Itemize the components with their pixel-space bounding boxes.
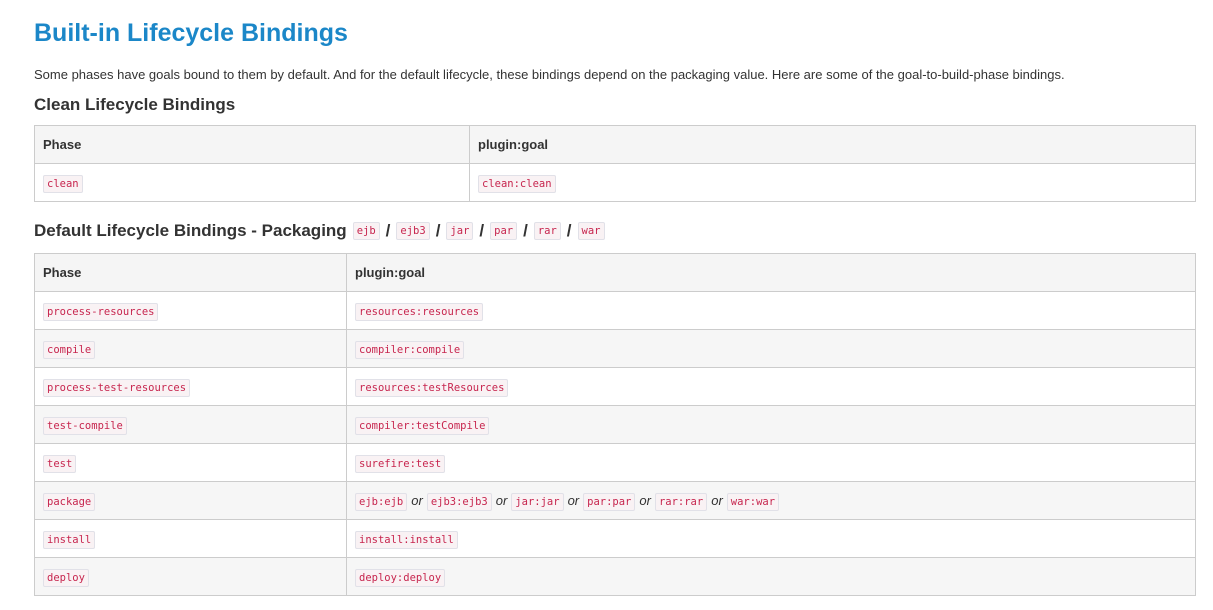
goal-code: compiler:compile (355, 341, 465, 359)
default-section-title-text: Default Lifecycle Bindings - Packaging (34, 221, 347, 240)
phase-code: test-compile (43, 417, 127, 435)
phase-code: package (43, 493, 96, 511)
goal-code: surefire:test (355, 455, 446, 473)
packaging-list: ejb / ejb3 / jar / par / rar / war (352, 221, 605, 241)
packaging-separator: / (435, 221, 441, 240)
table-row: install install:install (34, 519, 1196, 558)
or-separator: or (711, 493, 723, 508)
packaging-separator: / (385, 221, 391, 240)
default-bindings-table: Phase plugin:goal process-resources resou… (34, 253, 1196, 596)
intro-paragraph: Some phases have goals bound to them by … (34, 67, 1065, 82)
packaging-code: jar (446, 222, 474, 240)
page-title: Built-in Lifecycle Bindings (34, 19, 348, 47)
or-separator: or (567, 493, 580, 508)
goal-code: compiler:testCompile (355, 417, 490, 435)
packaging-separator: / (523, 221, 528, 240)
column-header-phase: Phase (34, 253, 347, 292)
table-row: test-compile compiler:testCompile (34, 405, 1196, 444)
or-separator: or (495, 493, 508, 508)
default-section-title: Default Lifecycle Bindings - Packaging e… (34, 221, 605, 241)
packaging-code: rar (533, 222, 561, 240)
table-row: compile compiler:compile (34, 329, 1196, 368)
phase-code: deploy (43, 569, 89, 587)
phase-code: process-resources (43, 303, 159, 321)
goal-code: rar:rar (654, 493, 708, 511)
goal-code: ejb:ejb (355, 493, 408, 511)
table-row: package ejb:ejb or ejb3:ejb3 or jar:jar or par:… (34, 481, 1196, 520)
packaging-code: ejb (352, 222, 380, 240)
phase-code: clean (43, 175, 83, 193)
table-row: deploy deploy:deploy (34, 557, 1196, 596)
table-row: test surefire:test (34, 443, 1196, 482)
clean-bindings-table: Phase plugin:goal clean clean:clean (34, 125, 1196, 202)
column-header-goal: plugin:goal (469, 125, 1196, 164)
goal-code: clean:clean (478, 175, 556, 193)
phase-code: process-test-resources (43, 379, 191, 397)
goal-code: war:war (726, 493, 780, 511)
goal-code: resources:testResources (355, 379, 509, 397)
goal-code: install:install (355, 531, 458, 549)
phase-code: test (43, 455, 77, 473)
packaging-code: war (577, 222, 605, 240)
goal-code: deploy:deploy (355, 569, 446, 587)
packaging-separator: / (479, 221, 485, 240)
clean-section-title: Clean Lifecycle Bindings (34, 95, 236, 114)
or-separator: or (639, 493, 651, 508)
table-row: process-resources resources:resources (34, 291, 1196, 330)
packaging-separator: / (566, 221, 572, 240)
or-separator: or (411, 493, 423, 508)
column-header-phase: Phase (34, 125, 470, 164)
goal-code: par:par (583, 493, 636, 511)
goal-code: ejb3:ejb3 (426, 493, 492, 511)
packaging-code: ejb3 (396, 222, 430, 240)
packaging-code: par (490, 222, 518, 240)
goal-code: jar:jar (511, 493, 564, 511)
table-row: clean clean:clean (34, 163, 1196, 202)
phase-code: compile (43, 341, 96, 359)
goal-code: resources:resources (355, 303, 484, 321)
table-row: process-test-resources resources:testReso… (34, 367, 1196, 406)
column-header-goal: plugin:goal (346, 253, 1196, 292)
phase-code: install (43, 531, 96, 549)
